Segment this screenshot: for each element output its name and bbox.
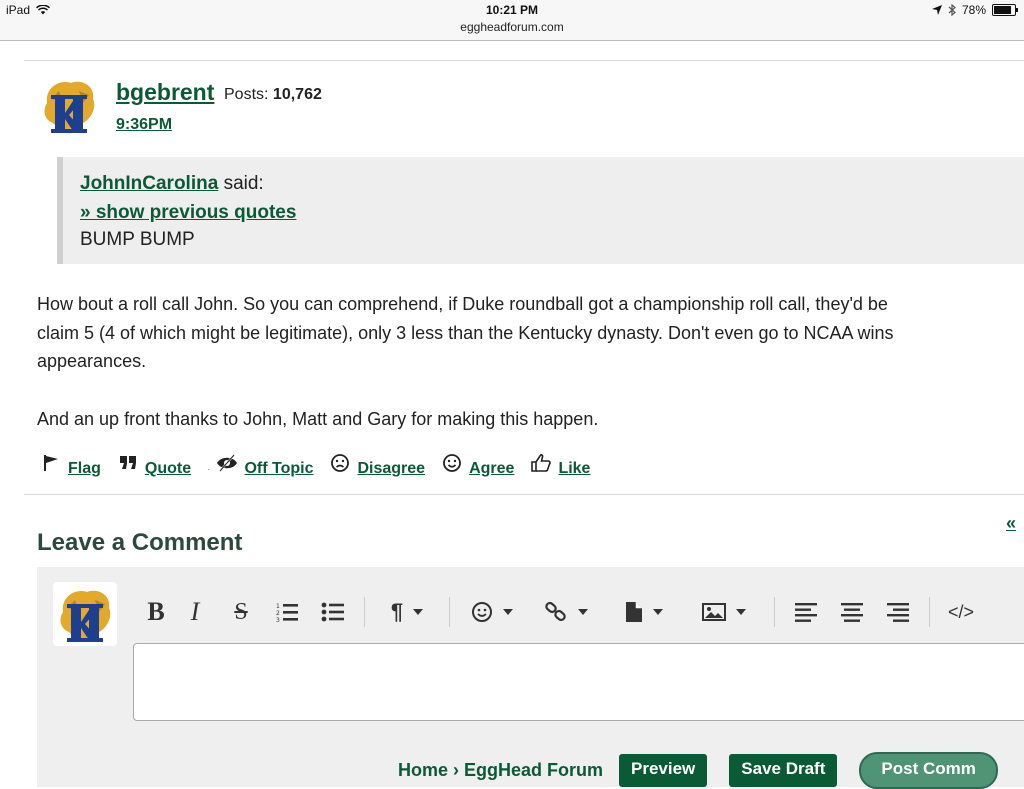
- post-body-line: And an up front thanks to John, Matt and…: [37, 408, 599, 429]
- thumbs-up-icon: [530, 452, 552, 474]
- frown-face-icon: [329, 452, 351, 474]
- chevron-down-icon: [578, 609, 588, 615]
- align-center-icon: [841, 603, 863, 622]
- like-action[interactable]: Like: [530, 452, 590, 477]
- align-right-button[interactable]: [875, 595, 921, 629]
- previous-post-actions-clipped: [40, 34, 680, 44]
- paragraph-icon: ¶: [390, 599, 404, 624]
- bold-button[interactable]: B: [140, 595, 172, 629]
- chevron-down-icon: [653, 609, 663, 615]
- quoted-author-link[interactable]: JohnInCarolina: [80, 173, 218, 194]
- disagree-link[interactable]: Disagree: [357, 460, 425, 478]
- disagree-action[interactable]: Disagree: [329, 452, 425, 477]
- code-view-button[interactable]: </>: [938, 595, 984, 629]
- leave-comment-heading: Leave a Comment: [37, 529, 243, 556]
- blockquote: JohnInCarolina said: » show previous quo…: [57, 157, 1024, 264]
- align-right-icon: [887, 603, 909, 622]
- file-icon: [626, 602, 642, 622]
- italic-button[interactable]: I: [172, 595, 218, 629]
- ordered-list-icon: 123: [276, 603, 298, 623]
- strikethrough-button[interactable]: S: [218, 595, 264, 629]
- ordered-list-button[interactable]: 123: [264, 595, 310, 629]
- paragraph-format-dropdown[interactable]: ¶: [373, 595, 441, 629]
- preview-button[interactable]: Preview: [619, 754, 708, 787]
- flag-icon: [40, 452, 62, 474]
- quote-text: BUMP BUMP: [80, 229, 195, 250]
- flag-action[interactable]: Flag: [40, 452, 101, 477]
- collapse-toggle[interactable]: «: [1006, 513, 1016, 534]
- status-right: 78%: [931, 3, 1018, 17]
- save-draft-button[interactable]: Save Draft: [729, 754, 838, 787]
- quote-link[interactable]: Quote: [145, 460, 191, 478]
- posts-number: 10,762: [272, 86, 322, 103]
- location-arrow-icon: [931, 5, 942, 15]
- image-upload-dropdown[interactable]: [682, 595, 766, 629]
- off-topic-link[interactable]: Off Topic: [244, 460, 313, 478]
- chevron-down-icon: [503, 609, 513, 615]
- post-count: Posts: 10,762: [224, 86, 322, 104]
- flag-link[interactable]: Flag: [68, 460, 101, 478]
- agree-link[interactable]: Agree: [469, 460, 514, 478]
- off-topic-eye-icon: [216, 452, 238, 474]
- post-divider-bottom: [24, 494, 1024, 495]
- post-body-line: How bout a roll call John. So you can co…: [37, 294, 888, 314]
- chevron-down-icon: [413, 609, 424, 615]
- smile-face-icon: [441, 452, 463, 474]
- posts-label: Posts:: [224, 86, 269, 103]
- commenter-avatar: [53, 582, 117, 646]
- bullet-list-button[interactable]: [310, 595, 356, 629]
- bullet-list-icon: [321, 602, 344, 622]
- quote-attribution: JohnInCarolina said:: [80, 173, 264, 195]
- breadcrumb-link[interactable]: Home › EggHead Forum: [398, 760, 603, 781]
- svg-text:1: 1: [276, 603, 280, 610]
- post-body-line: claim 5 (4 of which might be legitimate)…: [37, 322, 894, 343]
- address-bar[interactable]: eggheadforum.com: [0, 20, 1024, 34]
- wildcat-logo-icon: [44, 81, 95, 133]
- editor-toolbar: B I S 123 ¶ </>: [140, 594, 984, 630]
- wildcat-logo-icon: [60, 590, 111, 642]
- quote-action[interactable]: Quote: [117, 452, 191, 477]
- link-icon: [545, 601, 566, 622]
- align-center-button[interactable]: [829, 595, 875, 629]
- link-dropdown[interactable]: [526, 595, 606, 629]
- battery-icon: [992, 4, 1018, 16]
- align-left-icon: [795, 603, 817, 622]
- svg-text:3: 3: [276, 617, 280, 623]
- clock: 10:21 PM: [485, 3, 539, 17]
- avatar[interactable]: [37, 73, 101, 137]
- comment-textarea[interactable]: [133, 643, 1024, 721]
- align-left-button[interactable]: [783, 595, 829, 629]
- battery-percent: 78%: [961, 3, 986, 17]
- svg-text:2: 2: [276, 610, 280, 617]
- show-previous-quotes-link[interactable]: » show previous quotes: [80, 202, 296, 224]
- emoji-dropdown[interactable]: [458, 595, 526, 629]
- like-link[interactable]: Like: [558, 460, 590, 478]
- comment-footer: Home › EggHead Forum Preview Save Draft …: [398, 752, 1020, 789]
- chevron-down-icon: [736, 609, 746, 615]
- post-time-link[interactable]: 9:36PM: [116, 116, 172, 134]
- image-icon: [702, 603, 726, 621]
- post-divider-top: [24, 60, 1024, 61]
- separator-dot: ·: [207, 463, 211, 475]
- post-body-line: appearances.: [37, 351, 147, 371]
- off-topic-action[interactable]: Off Topic: [216, 452, 313, 477]
- post-comment-button[interactable]: Post Comm: [859, 752, 998, 789]
- post-actions: Flag Quote · Off Topic Disagree Agree Li…: [40, 452, 606, 477]
- quote-said-label: said:: [223, 173, 264, 194]
- bluetooth-icon: [948, 4, 956, 16]
- post-author-link[interactable]: bgebrent: [116, 79, 214, 106]
- emoji-icon: [472, 602, 492, 622]
- file-upload-dropdown[interactable]: [606, 595, 682, 629]
- agree-action[interactable]: Agree: [441, 452, 514, 477]
- post-body: How bout a roll call John. So you can co…: [37, 290, 1024, 433]
- quote-icon: [117, 452, 139, 474]
